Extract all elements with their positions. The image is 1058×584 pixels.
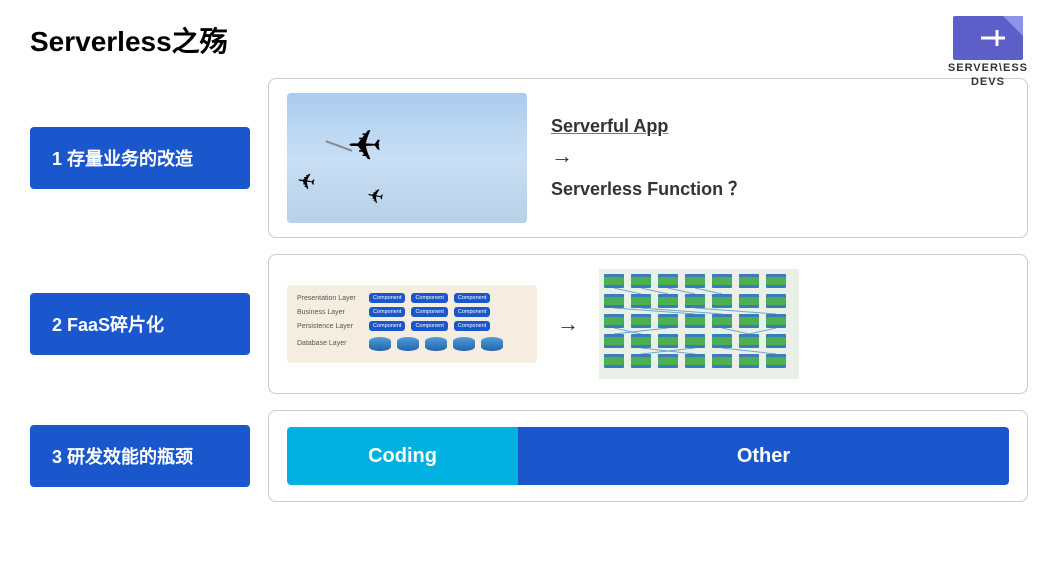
label-box-1: 1 存量业务的改造 [30, 127, 250, 189]
pers-comp-1: Component [369, 321, 405, 331]
db-cyl-5 [481, 337, 503, 351]
persistence-layer-label: Persistence Layer [297, 323, 365, 330]
persistence-layer-row: Persistence Layer Component Component Co… [297, 321, 527, 331]
serverful-app-label: Serverful App [551, 116, 668, 136]
label-box-2: 2 FaaS碎片化 [30, 293, 250, 355]
biz-comp-2: Component [411, 307, 447, 317]
row2-arrow: → [557, 311, 579, 337]
row-2: 2 FaaS碎片化 Presentation Layer Component C… [30, 254, 1028, 394]
small-plane-icon-1: ✈ [295, 168, 317, 196]
db-cylinders [369, 337, 503, 351]
business-layer-label: Business Layer [297, 309, 365, 316]
coding-bar: Coding [287, 427, 518, 485]
presentation-slide: SERVER\ESS DEVS Serverless之殇 1 存量业务的改造 ✈… [0, 0, 1058, 584]
row1-content: ✈ ✈ ✈ Serverful App → Serverless Functio… [287, 93, 1009, 223]
small-plane-icon-2: ✈ [365, 183, 386, 211]
logo-line2: DEVS [971, 76, 1005, 88]
pers-comp-3: Component [454, 321, 490, 331]
biz-comp-3: Component [454, 307, 490, 317]
database-layer-row: Database Layer [297, 335, 527, 351]
airplane-image: ✈ ✈ ✈ [287, 93, 527, 223]
db-cyl-3 [425, 337, 447, 351]
page-title: Serverless之殇 [30, 20, 1028, 60]
content-rows: 1 存量业务的改造 ✈ ✈ ✈ Serverful App → Serverle… [30, 78, 1028, 502]
pres-comp-2: Component [411, 293, 447, 303]
pers-comp-2: Component [411, 321, 447, 331]
large-plane-icon: ✈ [347, 121, 382, 170]
grid-diagram: grid items [599, 269, 799, 379]
layers-diagram: Presentation Layer Component Component C… [287, 285, 537, 363]
serverful-text-block: Serverful App → Serverless Function ？ [551, 116, 1009, 201]
biz-comp-1: Component [369, 307, 405, 317]
database-layer-label: Database Layer [297, 340, 365, 347]
progress-bar: Coding Other [287, 427, 1009, 485]
logo: SERVER\ESS DEVS [948, 16, 1028, 88]
other-bar: Other [518, 427, 1009, 485]
logo-line1: SERVER\ESS [948, 62, 1028, 74]
content-box-2: Presentation Layer Component Component C… [268, 254, 1028, 394]
row-1: 1 存量业务的改造 ✈ ✈ ✈ Serverful App → Serverle… [30, 78, 1028, 238]
db-cyl-2 [397, 337, 419, 351]
db-cyl-4 [453, 337, 475, 351]
row2-content: Presentation Layer Component Component C… [287, 269, 1009, 379]
pres-comp-3: Component [454, 293, 490, 303]
business-layer-row: Business Layer Component Component Compo… [297, 307, 527, 317]
row-3: 3 研发效能的瓶颈 Coding Other [30, 410, 1028, 502]
serverless-function-label: Serverless Function ？ [551, 179, 746, 199]
pres-comp-1: Component [369, 293, 405, 303]
presentation-layer-row: Presentation Layer Component Component C… [297, 293, 527, 303]
label-box-3: 3 研发效能的瓶颈 [30, 425, 250, 487]
content-box-1: ✈ ✈ ✈ Serverful App → Serverless Functio… [268, 78, 1028, 238]
presentation-layer-label: Presentation Layer [297, 295, 365, 302]
arrow-right-icon: → [551, 143, 1009, 169]
db-cyl-1 [369, 337, 391, 351]
content-box-3: Coding Other [268, 410, 1028, 502]
row3-content: Coding Other [287, 427, 1009, 485]
